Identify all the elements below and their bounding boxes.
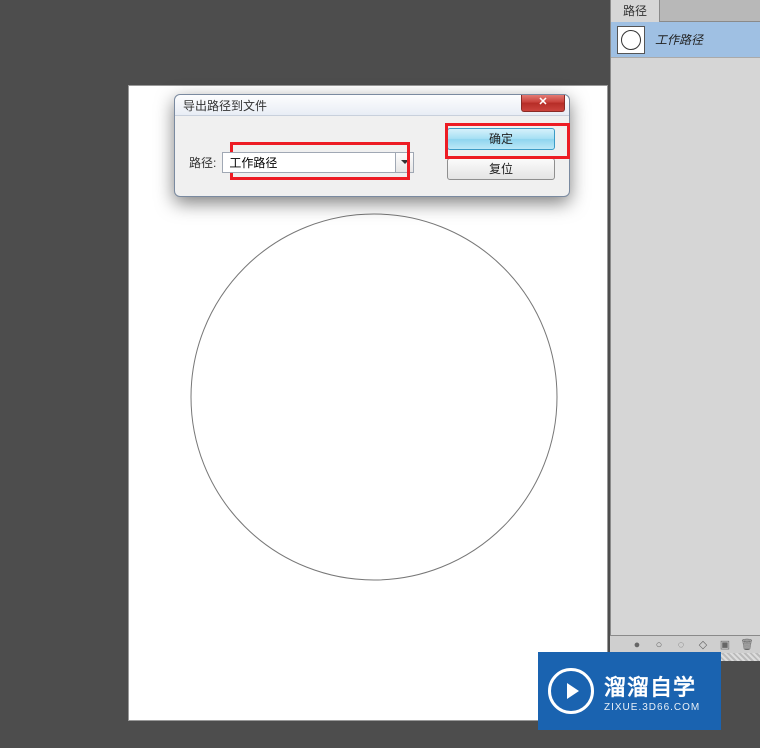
path-field-label: 路径: — [189, 154, 216, 171]
chevron-down-icon[interactable] — [396, 152, 414, 173]
new-path-icon[interactable]: ▣ — [718, 638, 732, 652]
ok-button[interactable]: 确定 — [447, 128, 555, 150]
reset-button[interactable]: 复位 — [447, 158, 555, 180]
watermark-main: 溜溜自学 — [604, 670, 700, 702]
delete-path-icon[interactable]: 🗑 — [740, 638, 754, 652]
paths-panel: 路径 工作路径 — [610, 0, 760, 635]
export-paths-dialog: 导出路径到文件 ✕ 路径: 确定 复位 — [174, 94, 570, 197]
panel-tabs: 路径 — [611, 0, 760, 22]
path-thumbnail — [617, 26, 645, 54]
play-icon — [548, 668, 594, 714]
dialog-titlebar[interactable]: 导出路径到文件 ✕ — [175, 95, 569, 116]
path-item-label: 工作路径 — [655, 31, 703, 48]
dialog-title: 导出路径到文件 — [183, 97, 267, 114]
watermark-badge: 溜溜自学 ZIXUE.3D66.COM — [538, 652, 721, 730]
tab-paths[interactable]: 路径 — [611, 0, 660, 22]
circle-icon — [621, 30, 641, 50]
path-combobox[interactable] — [222, 152, 414, 173]
stroke-path-icon[interactable]: ○ — [652, 638, 666, 652]
panel-footer: ● ○ ◌ ◇ ▣ 🗑 — [610, 635, 760, 653]
close-button[interactable]: ✕ — [521, 95, 565, 112]
path-list-item[interactable]: 工作路径 — [611, 22, 760, 58]
selection-from-path-icon[interactable]: ◌ — [674, 638, 688, 652]
fill-path-icon[interactable]: ● — [630, 638, 644, 652]
path-input[interactable] — [222, 152, 396, 173]
watermark-sub: ZIXUE.3D66.COM — [604, 702, 700, 713]
path-from-selection-icon[interactable]: ◇ — [696, 638, 710, 652]
